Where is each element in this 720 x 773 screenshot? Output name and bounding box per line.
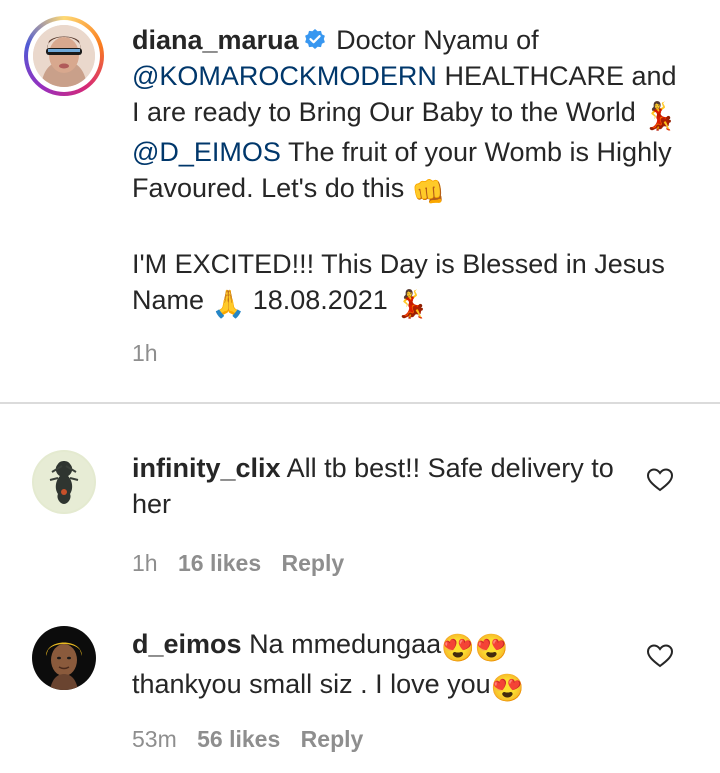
verified-badge-icon — [304, 29, 325, 49]
mention-komarockmodern[interactable]: @KOMAROCKMODERN — [132, 61, 437, 91]
caption-date: 18.08.2021 — [252, 285, 388, 315]
heart-eyes-emoji: 😍 — [441, 633, 475, 663]
comment-meta: 53m 56 likes Reply — [132, 726, 377, 753]
caption-author-avatar[interactable] — [24, 16, 104, 96]
heart-eyes-emoji: 😍 — [490, 673, 525, 703]
comment-meta: 1h 16 likes Reply — [132, 550, 358, 577]
post-caption: diana_marua Doctor Nyamu of @KOMAROCKMOD… — [0, 0, 720, 402]
comment-text-block: d_eimos Na mmedungaa😍😍 thankyou small si… — [132, 626, 622, 706]
dancer-emoji: 💃 — [643, 101, 677, 131]
comment-text-block: infinity_clix All tb best!! Safe deliver… — [132, 450, 622, 522]
pray-emoji: 🙏 — [211, 289, 246, 319]
comment-timestamp: 1h — [132, 550, 158, 576]
avatar-photo — [33, 25, 95, 87]
heart-eyes-emoji: 😍 — [474, 633, 509, 663]
fist-emoji: 👊 — [411, 177, 446, 207]
caption-timestamp: 1h — [132, 340, 158, 366]
comment-likes[interactable]: 16 likes — [178, 550, 261, 576]
reply-button[interactable]: Reply — [301, 726, 364, 752]
dancer-emoji-2: 💃 — [395, 289, 429, 319]
caption-text: diana_marua Doctor Nyamu of @KOMAROCKMOD… — [132, 22, 687, 322]
divider — [0, 402, 720, 404]
comment-text-1: Na mmedungaa — [249, 629, 442, 659]
comment-username[interactable]: d_eimos — [132, 629, 242, 659]
caption-username[interactable]: diana_marua — [132, 25, 299, 55]
comment-username[interactable]: infinity_clix — [132, 453, 281, 483]
comment-timestamp: 53m — [132, 726, 177, 752]
caption-meta: 1h — [132, 340, 172, 367]
comment-avatar-infinity-clix[interactable] — [32, 450, 96, 514]
comment-avatar-d-eimos[interactable] — [32, 626, 96, 690]
comment-likes[interactable]: 56 likes — [197, 726, 280, 752]
heart-outline-icon[interactable] — [646, 642, 674, 670]
heart-outline-icon[interactable] — [646, 466, 674, 494]
mention-d-eimos[interactable]: @D_EIMOS — [132, 137, 281, 167]
caption-part-1: Doctor Nyamu of — [336, 25, 539, 55]
comment-text-2: thankyou small siz . I love you — [132, 669, 491, 699]
reply-button[interactable]: Reply — [282, 550, 345, 576]
